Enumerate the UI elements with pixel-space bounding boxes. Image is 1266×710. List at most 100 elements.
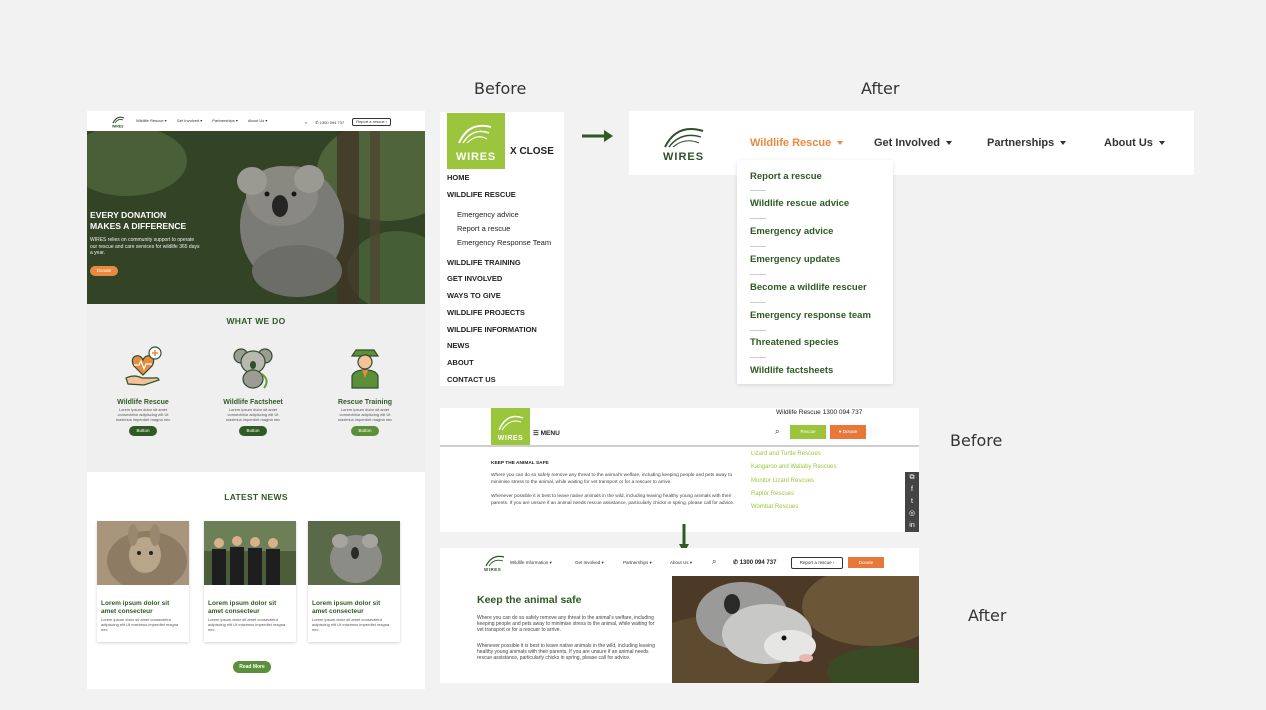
service-desc: Lorem ipsum dolor sit amet consectetur a… — [337, 407, 393, 422]
search-icon[interactable]: ⌕ — [305, 120, 307, 125]
news-card[interactable]: Lorem ipsum dolor sit amet consecteur Lo… — [204, 521, 296, 642]
menu-item[interactable]: ABOUT — [447, 358, 474, 367]
nav-link-wildlife-rescue[interactable]: Wildlife Rescue ▾ — [136, 118, 167, 123]
report-rescue-button[interactable]: Report a rescue › — [791, 557, 843, 569]
submenu-item[interactable]: Emergency Response Team — [457, 238, 551, 247]
wallaby-image — [97, 521, 189, 591]
related-link[interactable]: Kangaroo and Wallaby Rescues — [751, 464, 837, 470]
wires-logo-green[interactable]: WIRES — [447, 113, 505, 169]
hero-title-line-1: EVERY DONATION — [90, 210, 167, 220]
news-desc: Lorem ipsum dolor sit amet consectetur a… — [312, 617, 390, 632]
homepage-nav-right: ⌕ ✆ 1300 094 737 Report a rescue › — [305, 118, 392, 126]
nav-item-get-involved[interactable]: Get Involved — [874, 137, 953, 149]
nav-item[interactable]: Get Involved ▾ — [575, 560, 604, 566]
related-link[interactable]: Lizard and Turtle Rescues — [751, 451, 821, 457]
latest-news-section: LATEST NEWS Lorem ipsum dolor sit amet c… — [87, 472, 425, 689]
arrow-right-icon — [582, 130, 613, 142]
nav-item-partnerships[interactable]: Partnerships — [987, 137, 1067, 149]
service-title: Wildlife Rescue — [117, 399, 169, 406]
nav-item-label: Get Involved — [874, 137, 941, 149]
report-rescue-button[interactable]: Report a rescue › — [352, 118, 392, 126]
divider — [750, 330, 766, 331]
echidna-logo-icon — [458, 124, 492, 144]
menu-item[interactable]: WAYS TO GIVE — [447, 291, 501, 300]
dropdown-item[interactable]: Wildlife factsheets — [750, 365, 833, 376]
dropdown-item[interactable]: Become a wildlife rescuer — [750, 282, 867, 293]
read-more-button[interactable]: Read More — [233, 661, 271, 673]
service-title: Wildlife Factsheet — [223, 399, 283, 406]
menu-item[interactable]: CONTACT US — [447, 375, 496, 384]
divider — [750, 246, 766, 247]
menu-toggle-button[interactable]: ☰ MENU — [533, 429, 560, 437]
rescue-phone[interactable]: Wildlife Rescue 1300 094 737 — [776, 409, 862, 416]
related-link[interactable]: Monitor Lizard Rescues — [751, 478, 814, 484]
service-button[interactable]: Button — [351, 426, 379, 437]
menu-item[interactable]: WILDLIFE PROJECTS — [447, 308, 525, 317]
article-paragraph: Where you can do so safely remove any th… — [477, 615, 655, 634]
logo-wordmark: WIRES — [455, 151, 497, 163]
article-after-panel: WIRES Wildlife Information ▾ Get Involve… — [440, 548, 919, 683]
news-desc: Lorem ipsum dolor sit amet consectetur a… — [101, 617, 179, 632]
menu-item[interactable]: GET INVOLVED — [447, 274, 502, 283]
hero-donate-button[interactable]: Donate — [90, 266, 118, 276]
hero-subtitle: WIRES relies on community support to ope… — [90, 237, 200, 256]
divider — [750, 218, 766, 219]
nav-item-label: About Us — [1104, 137, 1153, 149]
service-button[interactable]: Button — [129, 426, 157, 437]
caption-after-right: After — [968, 606, 1007, 625]
news-card[interactable]: Lorem ipsum dolor sit amet consecteur Lo… — [308, 521, 400, 642]
search-icon[interactable]: ⌕ — [712, 557, 716, 567]
search-icon[interactable]: ⌕ — [775, 427, 779, 437]
echidna-logo-icon — [498, 415, 524, 431]
nav-item[interactable]: Partnerships ▾ — [623, 560, 652, 566]
caption-before-right: Before — [950, 431, 1003, 450]
menu-item[interactable]: WILDLIFE TRAINING — [447, 258, 521, 267]
menu-item[interactable]: WILDLIFE INFORMATION — [447, 325, 537, 334]
menu-item-wildlife-rescue[interactable]: WILDLIFE RESCUE — [447, 190, 516, 199]
menu-before-panel: WIRES X CLOSE HOME WILDLIFE RESCUE Emerg… — [440, 112, 564, 386]
related-link[interactable]: Wombat Rescues — [751, 504, 798, 510]
volunteers-image — [204, 521, 296, 585]
nav-link-about-us[interactable]: About Us ▾ — [248, 118, 268, 123]
phone-number[interactable]: ✆ 1300 094 737 — [733, 559, 776, 566]
rescue-button[interactable]: Rescue — [790, 425, 826, 439]
donate-button[interactable]: ♥ Donate — [830, 425, 866, 439]
dropdown-item[interactable]: Emergency advice — [750, 226, 833, 237]
nav-item-wildlife-rescue[interactable]: Wildlife Rescue — [750, 137, 844, 149]
article-paragraph: Whenever possible it is best to leave na… — [477, 643, 655, 662]
dropdown-item[interactable]: Emergency response team — [750, 310, 871, 321]
caption-before-top: Before — [474, 79, 527, 98]
nav-link-partnerships[interactable]: Partnerships ▾ — [212, 118, 238, 123]
nav-item-about-us[interactable]: About Us — [1104, 137, 1165, 149]
dropdown-item[interactable]: Threatened species — [750, 337, 839, 348]
hero-title-line-2: MAKES A DIFFERENCE — [90, 221, 187, 231]
phone-number[interactable]: ✆ 1300 094 737 — [315, 120, 344, 125]
nav-link-get-involved[interactable]: Get Involved ▾ — [177, 118, 203, 123]
nav-item[interactable]: About Us ▾ — [670, 560, 692, 566]
divider — [750, 302, 766, 303]
article-heading: KEEP THE ANIMAL SAFE — [491, 461, 549, 466]
dropdown-item[interactable]: Report a rescue — [750, 171, 822, 182]
nav-item[interactable]: Wildlife Information ▾ — [510, 560, 552, 566]
submenu-item[interactable]: Report a rescue — [457, 224, 510, 233]
latest-news-title: LATEST NEWS — [224, 492, 288, 502]
wires-logo-green[interactable]: WIRES — [491, 408, 530, 445]
divider — [750, 274, 766, 275]
phone-text: 1300 094 737 — [319, 119, 345, 125]
menu-item-home[interactable]: HOME — [447, 173, 470, 182]
article-paragraph: Where you can do so safely remove any th… — [491, 473, 733, 485]
dropdown-item[interactable]: Emergency updates — [750, 254, 840, 265]
chevron-down-icon — [837, 141, 844, 146]
nav-item-label: Wildlife Rescue — [750, 137, 832, 149]
what-we-do-title: WHAT WE DO — [226, 316, 286, 326]
related-link[interactable]: Raptor Rescues — [751, 491, 794, 497]
service-button[interactable]: Button — [239, 426, 267, 437]
ranger-icon — [350, 349, 380, 389]
donate-button[interactable]: Donate — [848, 557, 884, 568]
submenu-item[interactable]: Emergency advice — [457, 210, 519, 219]
news-card[interactable]: Lorem ipsum dolor sit amet consecteur Lo… — [97, 521, 189, 642]
menu-item[interactable]: NEWS — [447, 341, 470, 350]
dropdown-item[interactable]: Wildlife rescue advice — [750, 198, 849, 209]
social-icons[interactable]: ⧉ f t ◎ in — [905, 472, 919, 532]
close-menu-button[interactable]: X CLOSE — [510, 146, 554, 157]
